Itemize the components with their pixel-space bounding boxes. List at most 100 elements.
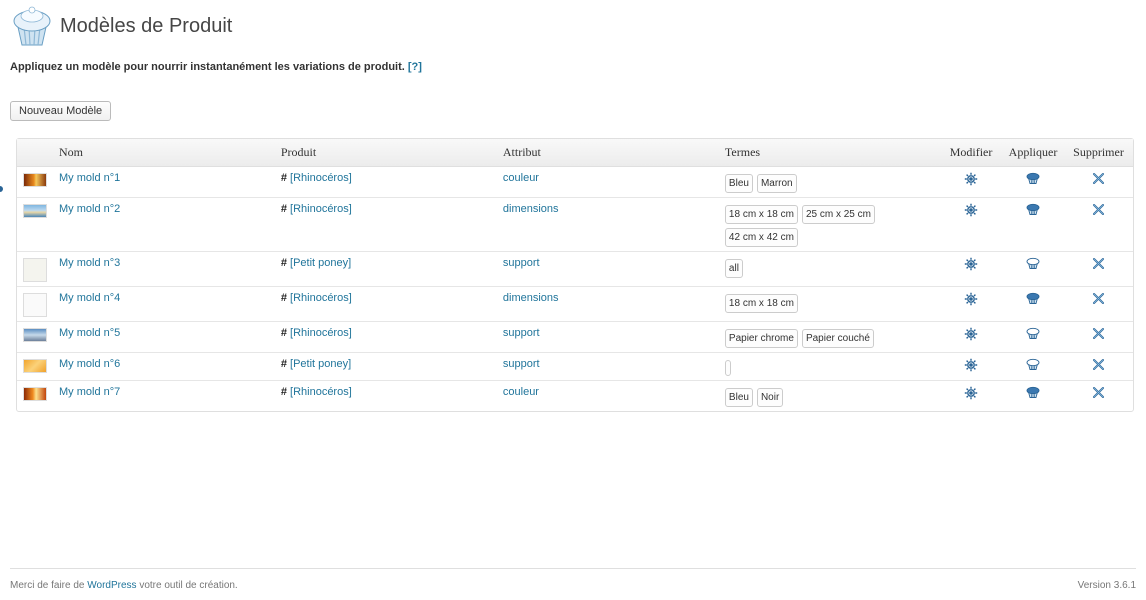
gear-icon[interactable]	[964, 203, 978, 217]
gear-icon[interactable]	[964, 172, 978, 186]
term-tag: Papier chrome	[724, 329, 798, 348]
product-hash: #	[280, 257, 287, 269]
term-tag: Marron	[756, 174, 797, 193]
attribute-link[interactable]: couleur	[503, 386, 539, 398]
cupcake-apply-icon[interactable]	[1026, 386, 1040, 398]
product-link[interactable]: [Rhinocéros]	[290, 203, 352, 215]
new-mold-button[interactable]: Nouveau Modèle	[10, 101, 112, 121]
thumb-cell	[17, 252, 53, 287]
cupcake-apply-icon[interactable]	[1026, 203, 1040, 215]
footer-prefix: Merci de faire de	[10, 580, 88, 591]
gear-icon[interactable]	[964, 386, 978, 400]
terms-cell: 18 cm x 18 cm 25 cm x 25 cm 42 cm x 42 cm	[718, 198, 941, 252]
cupcake-apply-icon[interactable]	[1026, 292, 1040, 304]
terms-list	[724, 358, 934, 376]
name-cell: My mold n°1	[53, 167, 275, 198]
terms-cell: Bleu Marron	[718, 167, 941, 198]
product-hash: #	[280, 203, 287, 215]
attribute-cell: dimensions	[496, 198, 719, 252]
delete-cell	[1064, 167, 1133, 198]
mold-name-link[interactable]: My mold n°1	[59, 172, 120, 184]
edit-cell	[940, 353, 1003, 381]
attribute-link[interactable]: dimensions	[503, 292, 559, 304]
mold-name-link[interactable]: My mold n°3	[59, 257, 120, 269]
cupcake-apply-icon[interactable]	[1026, 172, 1040, 184]
edit-cell	[940, 252, 1003, 287]
mold-thumbnail	[23, 359, 47, 373]
delete-cell	[1064, 287, 1133, 322]
gear-icon[interactable]	[964, 358, 978, 372]
apply-column-header: Appliquer	[1002, 139, 1064, 167]
terms-list: 18 cm x 18 cm	[724, 292, 934, 313]
mold-name-link[interactable]: My mold n°7	[59, 386, 120, 398]
term-tag: Papier couché	[801, 329, 874, 348]
name-cell: My mold n°4	[53, 287, 275, 322]
wordpress-link[interactable]: WordPress	[87, 580, 136, 591]
name-cell: My mold n°6	[53, 353, 275, 381]
cupcake-apply-icon[interactable]	[1026, 358, 1040, 370]
page-description: Appliquez un modèle pour nourrir instant…	[10, 61, 422, 73]
product-link[interactable]: [Rhinocéros]	[290, 327, 352, 339]
attribute-link[interactable]: couleur	[503, 172, 539, 184]
terms-cell: Bleu Noir	[719, 381, 940, 411]
edit-column-header: Modifier	[940, 139, 1003, 167]
cupcake-apply-icon[interactable]	[1026, 257, 1040, 269]
delete-icon[interactable]	[1092, 203, 1105, 215]
product-hash: #	[280, 386, 287, 398]
delete-icon[interactable]	[1092, 292, 1105, 304]
product-link[interactable]: [Petit poney]	[290, 358, 351, 370]
mold-name-link[interactable]: My mold n°5	[59, 327, 120, 339]
mold-name-link[interactable]: My mold n°6	[59, 358, 120, 370]
term-tag: Bleu	[724, 174, 753, 193]
term-tag: 25 cm x 25 cm	[801, 205, 875, 224]
name-cell: My mold n°7	[53, 381, 275, 411]
footer-version: Version 3.6.1	[1077, 580, 1136, 591]
attribute-link[interactable]: support	[503, 327, 540, 339]
attribute-link[interactable]: support	[503, 358, 540, 370]
terms-list: 18 cm x 18 cm 25 cm x 25 cm 42 cm x 42 cm	[724, 203, 934, 247]
name-cell: My mold n°5	[53, 322, 275, 353]
product-link[interactable]: [Rhinocéros]	[290, 172, 352, 184]
table-row: My mold n°6 # [Petit poney] support	[17, 353, 1133, 381]
attribute-link[interactable]: support	[503, 257, 540, 269]
delete-icon[interactable]	[1092, 257, 1105, 269]
table-row: My mold n°1 # [Rhinocéros] couleur Bleu Marr…	[17, 167, 1133, 198]
apply-cell	[1002, 381, 1064, 411]
mold-thumbnail	[23, 328, 47, 342]
delete-icon[interactable]	[1092, 358, 1105, 370]
delete-icon[interactable]	[1092, 386, 1105, 398]
product-link[interactable]: [Petit poney]	[290, 257, 351, 269]
terms-cell: Papier chrome Papier couché	[718, 322, 941, 353]
attribute-link[interactable]: dimensions	[503, 203, 559, 215]
terms-list: Papier chrome Papier couché	[724, 327, 934, 348]
cupcake-apply-icon[interactable]	[1026, 327, 1040, 339]
term-tag: all	[724, 259, 743, 278]
mold-thumbnail	[23, 293, 47, 317]
gear-icon[interactable]	[964, 327, 978, 341]
thumb-cell	[17, 198, 53, 252]
collapse-handle[interactable]	[0, 186, 3, 192]
thumb-cell	[17, 381, 53, 411]
apply-cell	[1002, 167, 1064, 198]
product-link[interactable]: [Rhinocéros]	[290, 292, 352, 304]
term-tag: Noir	[756, 388, 784, 407]
edit-cell	[940, 287, 1003, 322]
delete-icon[interactable]	[1092, 327, 1105, 339]
thumb-cell	[17, 167, 53, 198]
terms-list: all	[724, 257, 934, 278]
delete-column-header: Supprimer	[1064, 139, 1133, 167]
help-link[interactable]: [?]	[408, 61, 422, 73]
page-header: Modèles de Produit	[10, 5, 232, 47]
gear-icon[interactable]	[964, 292, 978, 306]
mold-name-link[interactable]: My mold n°4	[59, 292, 120, 304]
product-link[interactable]: [Rhinocéros]	[290, 386, 352, 398]
delete-icon[interactable]	[1092, 172, 1105, 184]
apply-cell	[1002, 252, 1064, 287]
gear-icon[interactable]	[964, 257, 978, 271]
mold-name-link[interactable]: My mold n°2	[59, 203, 120, 215]
attribute-cell: couleur	[497, 381, 719, 411]
thumb-column-header	[17, 139, 53, 167]
attribute-cell: dimensions	[496, 287, 719, 322]
delete-cell	[1064, 322, 1133, 353]
terms-cell	[718, 353, 941, 381]
